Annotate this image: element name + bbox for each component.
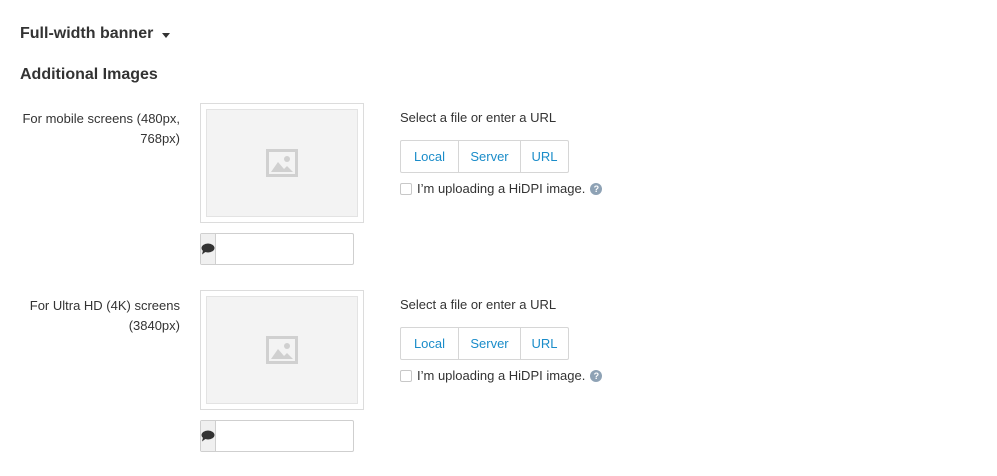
hidpi-option: I’m uploading a HiDPI image. ? (400, 368, 603, 383)
hidpi-label: I’m uploading a HiDPI image. (417, 181, 586, 196)
source-button-group: Local Server URL (400, 140, 569, 173)
row-label-line1: For Ultra HD (4K) screens (29, 298, 180, 313)
hidpi-checkbox[interactable] (400, 369, 412, 382)
alt-text-input[interactable] (216, 234, 404, 264)
row-label-line1: For mobile screens (480px, (22, 111, 180, 126)
alt-text-group (200, 420, 404, 452)
local-button[interactable]: Local (401, 141, 458, 172)
speech-bubble-icon (201, 243, 215, 255)
row-label-line2: 768px) (140, 131, 180, 146)
section-title: Additional Images (20, 66, 158, 83)
url-button[interactable]: URL (520, 141, 568, 172)
image-placeholder-icon (266, 336, 298, 364)
hidpi-label: I’m uploading a HiDPI image. (417, 368, 586, 383)
speech-bubble-icon (201, 430, 215, 442)
caret-down-icon (162, 33, 171, 38)
image-placeholder-icon (266, 149, 298, 177)
server-button[interactable]: Server (458, 141, 520, 172)
select-file-label: Select a file or enter a URL (400, 297, 557, 312)
banner-toggle[interactable]: Full-width banner (20, 25, 171, 43)
hidpi-option: I’m uploading a HiDPI image. ? (400, 181, 603, 196)
row-label: For mobile screens (480px, 768px) (0, 109, 180, 149)
banner-title: Full-width banner (20, 25, 154, 42)
question-icon[interactable]: ? (590, 182, 603, 195)
row-label-line2: (3840px) (128, 318, 180, 333)
image-preview-area (206, 109, 358, 217)
server-button[interactable]: Server (458, 328, 520, 359)
question-icon[interactable]: ? (590, 369, 603, 382)
row-label: For Ultra HD (4K) screens (3840px) (0, 296, 180, 336)
image-preview[interactable] (200, 103, 364, 223)
hidpi-checkbox[interactable] (400, 182, 412, 195)
alt-text-addon (201, 421, 216, 451)
image-preview-area (206, 296, 358, 404)
image-preview[interactable] (200, 290, 364, 410)
alt-text-input[interactable] (216, 421, 404, 451)
alt-text-addon (201, 234, 216, 264)
select-file-label: Select a file or enter a URL (400, 110, 557, 125)
alt-text-group (200, 233, 404, 265)
local-button[interactable]: Local (401, 328, 458, 359)
source-button-group: Local Server URL (400, 327, 569, 360)
url-button[interactable]: URL (520, 328, 568, 359)
